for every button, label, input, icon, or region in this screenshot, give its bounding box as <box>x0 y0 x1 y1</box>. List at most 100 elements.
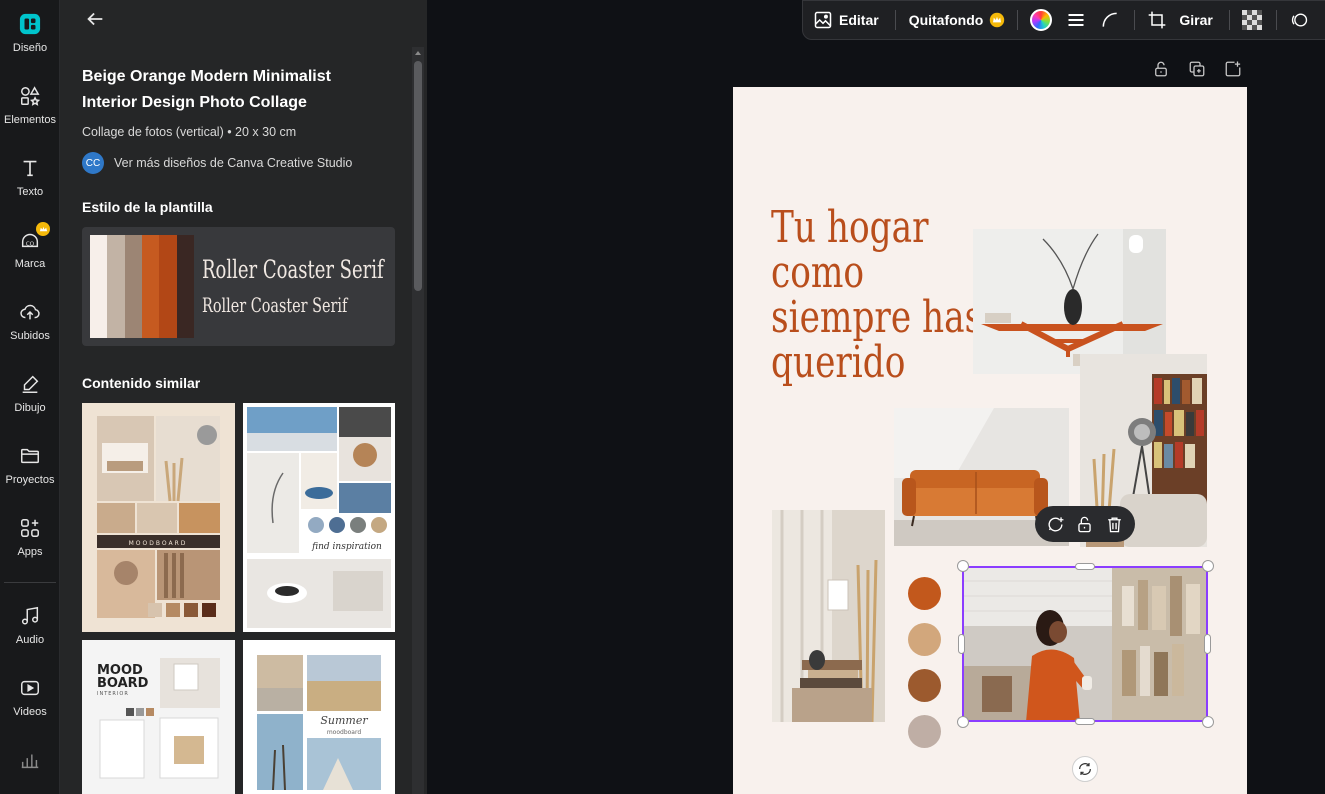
cloud-upload-icon <box>18 300 42 324</box>
rail-item-charts[interactable] <box>0 740 60 794</box>
rail-item-brand[interactable]: CO Marca <box>0 220 60 280</box>
rail-label: Apps <box>17 546 43 558</box>
music-note-icon <box>18 604 42 628</box>
rail-item-design[interactable]: Diseño <box>0 4 60 64</box>
author-link-row[interactable]: CC Ver más diseños de Canva Creative Stu… <box>82 152 352 174</box>
headline-line: Tu hogar <box>771 202 929 253</box>
lock-element-button[interactable] <box>1074 513 1096 535</box>
rail-item-uploads[interactable]: Subidos <box>0 292 60 352</box>
bg-remover-button[interactable]: Quitafondo <box>909 0 1006 40</box>
scrollbar-thumb[interactable] <box>414 61 422 291</box>
similar-template-thumb[interactable]: Summer moodboard <box>243 640 395 794</box>
headline-text[interactable]: Tu hogar como siempre has querido <box>771 202 982 385</box>
thumb-4-script: Summer <box>320 714 368 727</box>
rail-item-apps[interactable]: Apps <box>0 508 60 568</box>
rotate-handle[interactable] <box>1072 756 1098 782</box>
add-page-icon <box>1225 61 1241 77</box>
crop-icon <box>1149 11 1166 29</box>
toolbar-divider <box>1134 10 1136 30</box>
design-page[interactable]: Tu hogar como siempre has querido <box>733 87 1247 794</box>
rail-label: Texto <box>16 186 44 198</box>
back-button[interactable] <box>84 8 106 30</box>
rail-item-elements[interactable]: Elementos <box>0 76 60 136</box>
rail-item-videos[interactable]: Videos <box>0 668 60 728</box>
inspiration-thumb-art: find inspiration <box>243 403 395 632</box>
thumb-4-sub: moodboard <box>327 729 362 736</box>
crop-button[interactable] <box>1147 0 1167 40</box>
rail-item-projects[interactable]: Proyectos <box>0 436 60 496</box>
shelf-image <box>973 229 1166 374</box>
rail-item-audio[interactable]: Audio <box>0 596 60 656</box>
pen-icon <box>18 372 42 396</box>
template-style-card[interactable]: Roller Coaster Serif Roller Coaster Seri… <box>82 227 395 346</box>
add-comment-button[interactable] <box>1045 513 1067 535</box>
summer-moodboard-thumb-art: Summer moodboard <box>243 640 395 794</box>
transparency-button[interactable] <box>1241 0 1262 40</box>
resize-handle-bottom-left[interactable] <box>957 716 969 728</box>
similar-template-thumb[interactable]: MOOD BOARD INTERIOR <box>82 640 235 794</box>
palette-swatch <box>107 235 125 338</box>
resize-handle-top-right[interactable] <box>1202 560 1214 572</box>
arrow-left-icon <box>87 12 103 26</box>
color-picker-button[interactable] <box>1030 0 1053 40</box>
font-sample-body: Roller Coaster Serif <box>202 293 348 317</box>
thumb-3-subtitle: INTERIOR <box>97 691 129 697</box>
mood-board-interior-thumb-art: MOOD BOARD INTERIOR <box>82 640 235 794</box>
panel-scrollbar[interactable] <box>412 47 424 794</box>
color-swatch[interactable] <box>908 669 941 702</box>
author-link[interactable]: Ver más diseños de Canva Creative Studio <box>114 156 352 170</box>
palette-swatch <box>176 235 194 338</box>
similar-template-thumb[interactable]: find inspiration <box>243 403 395 632</box>
left-rail: Diseño Elementos Texto CO Marca Subidos … <box>0 0 60 794</box>
reading-nook-image <box>772 510 885 722</box>
color-palette <box>90 235 194 338</box>
resize-handle-left[interactable] <box>958 634 965 654</box>
resize-handle-bottom[interactable] <box>1075 718 1095 725</box>
bg-remover-label: Quitafondo <box>908 12 984 28</box>
photo-shelf[interactable] <box>973 229 1166 374</box>
resize-handle-right[interactable] <box>1204 634 1211 654</box>
image-toolbar: Editar Quitafondo Girar <box>802 0 1325 40</box>
color-wheel-icon <box>1030 9 1053 31</box>
duplicate-page-button[interactable] <box>1186 58 1208 80</box>
text-icon <box>18 156 42 180</box>
rail-label: Dibujo <box>14 402 46 414</box>
similar-content-heading: Contenido similar <box>82 375 201 391</box>
border-style-button[interactable] <box>1066 0 1086 40</box>
rail-label: Videos <box>13 706 47 718</box>
crown-icon <box>990 12 1005 28</box>
color-swatch[interactable] <box>908 623 941 656</box>
color-swatch[interactable] <box>908 715 941 748</box>
resize-handle-top-left[interactable] <box>957 560 969 572</box>
image-edit-icon <box>814 11 832 29</box>
lock-page-button[interactable] <box>1150 58 1172 80</box>
apps-icon <box>18 516 42 540</box>
rail-item-text[interactable]: Texto <box>0 148 60 208</box>
rail-label: Elementos <box>4 114 56 126</box>
corner-rounding-button[interactable] <box>1100 0 1120 40</box>
photo-woman-selected[interactable] <box>962 566 1208 722</box>
color-swatch[interactable] <box>908 577 941 610</box>
resize-handle-bottom-right[interactable] <box>1202 716 1214 728</box>
add-page-button[interactable] <box>1222 58 1244 80</box>
woman-shopping-image <box>962 566 1208 722</box>
rail-label: Proyectos <box>5 474 55 486</box>
rotate-button[interactable]: Girar <box>1179 0 1212 40</box>
animate-button[interactable] <box>1289 0 1309 40</box>
resize-handle-top[interactable] <box>1075 563 1095 570</box>
template-style-heading: Estilo de la plantilla <box>82 199 213 215</box>
edit-photo-button[interactable]: Editar <box>813 0 879 40</box>
rail-label: Audio <box>15 634 45 646</box>
delete-element-button[interactable] <box>1103 513 1125 535</box>
rotate-label: Girar <box>1179 12 1213 28</box>
rail-item-draw[interactable]: Dibujo <box>0 364 60 424</box>
template-details-panel: Beige Orange Modern Minimalist Interior … <box>60 0 427 794</box>
rail-label: Marca <box>14 258 46 270</box>
scroll-up-arrow-icon[interactable] <box>414 49 422 57</box>
template-meta: Collage de fotos (vertical) • 20 x 30 cm <box>82 125 297 139</box>
similar-template-thumb[interactable]: MOODBOARD <box>82 403 235 632</box>
thumb-3-title-2: BOARD <box>97 676 149 691</box>
shapes-icon <box>18 84 42 108</box>
rotate-icon <box>1079 763 1091 775</box>
photo-reading-nook[interactable] <box>772 510 885 722</box>
